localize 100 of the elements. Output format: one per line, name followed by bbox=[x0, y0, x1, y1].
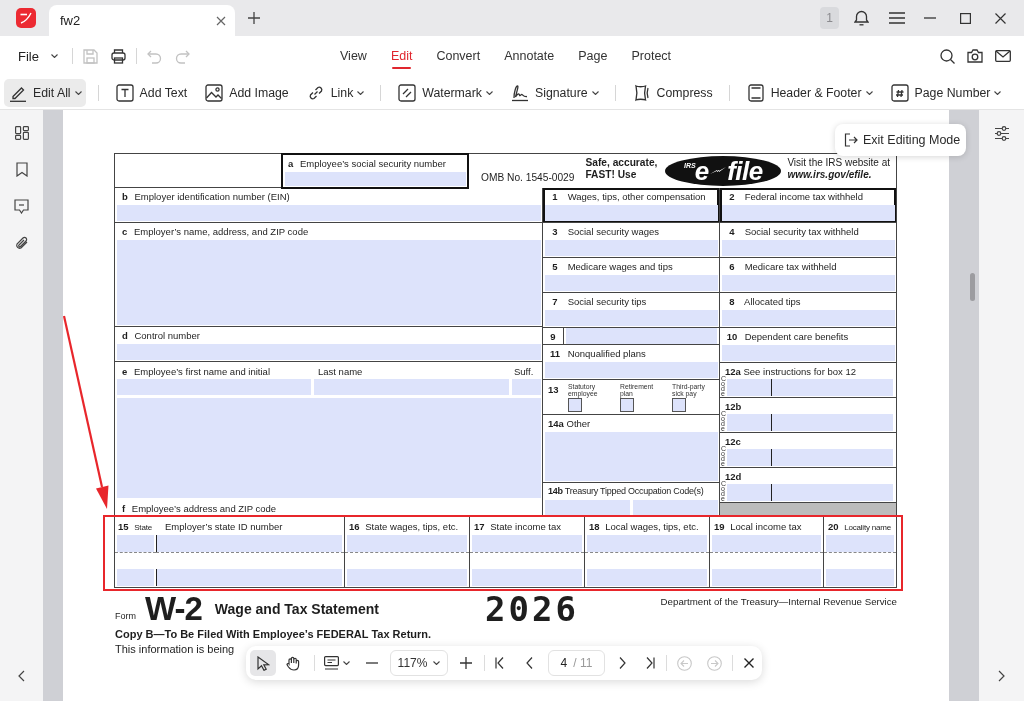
input-field[interactable] bbox=[314, 378, 509, 395]
checkbox[interactable] bbox=[620, 398, 634, 412]
bookmark-icon[interactable] bbox=[15, 162, 28, 177]
toolbar-button[interactable]: Signature bbox=[505, 78, 603, 107]
exit-editing-button[interactable]: Exit Editing Mode bbox=[835, 124, 966, 156]
menu-tab[interactable]: Annotate bbox=[504, 43, 555, 69]
input-field[interactable] bbox=[117, 398, 541, 498]
input-field[interactable] bbox=[347, 535, 467, 552]
page-number-field[interactable]: 4 / 11 bbox=[548, 650, 605, 676]
checkbox[interactable] bbox=[568, 398, 582, 412]
input-field[interactable] bbox=[633, 500, 718, 516]
input-field[interactable] bbox=[117, 569, 154, 586]
input-field[interactable] bbox=[117, 344, 541, 360]
input-field[interactable] bbox=[587, 535, 707, 552]
field-label: d Control number bbox=[121, 329, 201, 343]
toolbar-button[interactable]: Page Number bbox=[885, 78, 1006, 107]
input-field[interactable] bbox=[727, 414, 771, 431]
input-field[interactable] bbox=[771, 379, 893, 396]
field-label: Last name bbox=[317, 365, 364, 379]
close-icon[interactable] bbox=[744, 658, 754, 668]
minimize-icon[interactable] bbox=[924, 17, 936, 19]
chevron-left-icon[interactable] bbox=[18, 670, 25, 682]
input-field[interactable] bbox=[545, 362, 718, 378]
input-field[interactable] bbox=[347, 569, 467, 586]
zoom-in-icon[interactable] bbox=[460, 657, 472, 669]
menu-tab[interactable]: Edit bbox=[390, 43, 413, 69]
input-field[interactable] bbox=[722, 310, 895, 326]
mail-icon[interactable] bbox=[995, 50, 1011, 62]
sliders-icon[interactable] bbox=[994, 126, 1009, 141]
next-page-icon[interactable] bbox=[619, 657, 626, 669]
input-field[interactable] bbox=[727, 484, 771, 501]
toolbar-button[interactable]: Watermark bbox=[393, 78, 497, 107]
input-field[interactable] bbox=[117, 535, 154, 552]
select-tool-button[interactable] bbox=[250, 650, 276, 676]
thumbnails-icon[interactable] bbox=[14, 126, 29, 140]
input-field[interactable] bbox=[722, 205, 895, 221]
input-field[interactable] bbox=[545, 432, 718, 481]
bell-icon[interactable] bbox=[854, 10, 869, 26]
input-field[interactable] bbox=[712, 569, 821, 586]
input-field[interactable] bbox=[826, 569, 894, 586]
input-field[interactable] bbox=[545, 240, 718, 256]
input-field[interactable] bbox=[566, 328, 717, 344]
toolbar-button[interactable]: Add Image bbox=[200, 78, 293, 107]
website-link[interactable]: www.irs.gov/efile. bbox=[787, 169, 891, 181]
toolbar-button[interactable]: Add Text bbox=[110, 78, 192, 107]
plus-icon[interactable] bbox=[248, 12, 260, 24]
document-tab[interactable]: fw2 bbox=[49, 5, 235, 36]
toolbar-button[interactable]: Edit All bbox=[4, 78, 86, 107]
input-field[interactable] bbox=[727, 449, 771, 466]
input-field[interactable] bbox=[285, 172, 466, 186]
header-footer-icon bbox=[746, 83, 765, 102]
chevron-right-icon[interactable] bbox=[998, 670, 1005, 682]
zoom-dropdown[interactable]: 117% bbox=[390, 650, 448, 676]
input-field[interactable] bbox=[117, 240, 541, 325]
menu-tab[interactable]: Convert bbox=[436, 43, 481, 69]
input-field[interactable] bbox=[545, 500, 630, 516]
camera-icon[interactable] bbox=[967, 49, 983, 63]
menu-tab[interactable]: Protect bbox=[631, 43, 672, 69]
search-icon[interactable] bbox=[940, 48, 955, 64]
input-field[interactable] bbox=[712, 535, 821, 552]
maximize-icon[interactable] bbox=[960, 12, 971, 24]
file-menu[interactable]: File bbox=[18, 44, 58, 68]
input-field[interactable] bbox=[722, 240, 895, 256]
input-field[interactable] bbox=[826, 535, 894, 552]
paperclip-icon[interactable] bbox=[14, 236, 29, 251]
input-field[interactable] bbox=[771, 484, 893, 501]
page-display-icon[interactable] bbox=[324, 656, 339, 670]
input-field[interactable] bbox=[727, 379, 771, 396]
close-icon[interactable] bbox=[995, 12, 1006, 24]
input-field[interactable] bbox=[545, 275, 718, 291]
input-field[interactable] bbox=[545, 310, 718, 326]
input-field[interactable] bbox=[117, 205, 541, 221]
input-field[interactable] bbox=[156, 535, 342, 552]
menu-tab[interactable]: Page bbox=[578, 43, 608, 69]
input-field[interactable] bbox=[587, 569, 707, 586]
input-field[interactable] bbox=[472, 569, 582, 586]
comment-icon[interactable] bbox=[14, 199, 29, 214]
previous-page-icon[interactable] bbox=[526, 657, 533, 669]
input-field[interactable] bbox=[771, 449, 893, 466]
menu-icon[interactable] bbox=[889, 12, 905, 24]
field-label: a Employee’s social security number bbox=[287, 157, 448, 171]
input-field[interactable] bbox=[722, 275, 895, 291]
first-page-icon[interactable] bbox=[495, 657, 504, 669]
checkbox[interactable] bbox=[672, 398, 686, 412]
toolbar-button[interactable]: Header & Footer bbox=[741, 78, 877, 107]
input-field[interactable] bbox=[771, 414, 893, 431]
scrollbar-thumb[interactable] bbox=[970, 273, 975, 301]
input-field[interactable] bbox=[512, 378, 541, 395]
input-field[interactable] bbox=[472, 535, 582, 552]
input-field[interactable] bbox=[156, 569, 342, 586]
input-field[interactable] bbox=[545, 205, 718, 221]
toolbar-button[interactable]: Link bbox=[301, 78, 369, 107]
menu-tab[interactable]: View bbox=[340, 43, 367, 69]
caret-icon bbox=[591, 90, 599, 95]
logo-word: file bbox=[727, 158, 763, 184]
input-field[interactable] bbox=[722, 345, 895, 361]
input-field[interactable] bbox=[117, 378, 311, 395]
last-page-icon[interactable] bbox=[646, 657, 655, 669]
toolbar-button[interactable]: Compress bbox=[627, 78, 717, 107]
print-icon[interactable] bbox=[110, 48, 126, 64]
